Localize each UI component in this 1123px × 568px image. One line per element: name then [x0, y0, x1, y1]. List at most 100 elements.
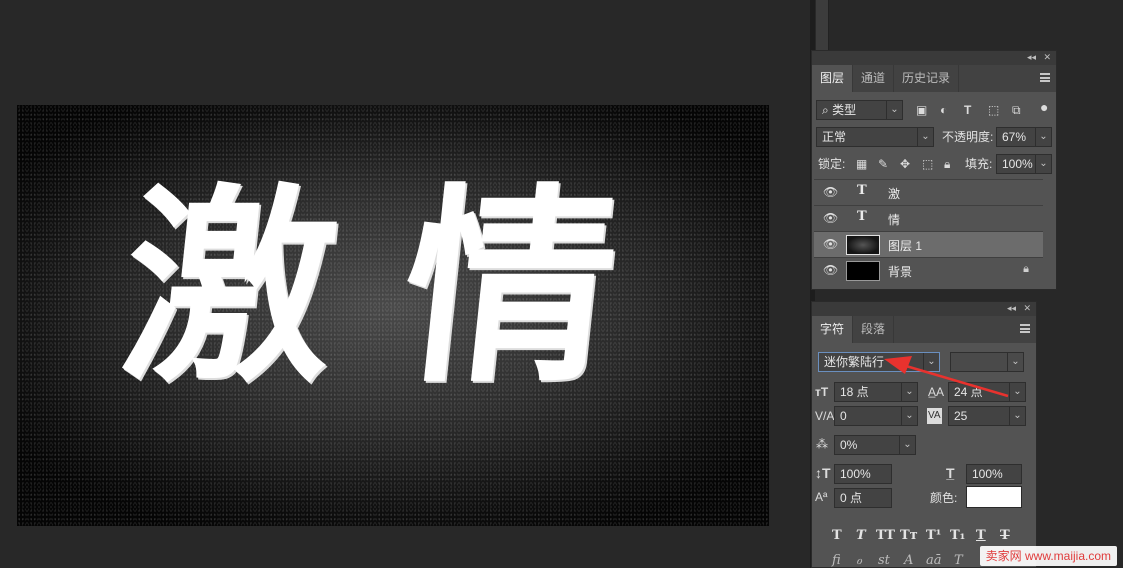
layer-thumbnail [846, 261, 880, 281]
document-canvas[interactable]: 激情 [17, 105, 769, 526]
tab-character[interactable]: 字符 [812, 316, 854, 343]
opacity-input[interactable]: 67% ⌄ [996, 127, 1052, 147]
collapse-icon[interactable]: ◂◂ [1007, 303, 1016, 314]
panel-menu-icon[interactable] [1020, 324, 1030, 333]
chevron-down-icon: ⌄ [1035, 128, 1051, 146]
kerning-input[interactable]: 0 ⌄ [834, 406, 918, 426]
baseline-shift-icon: Aª [815, 490, 828, 504]
eye-icon[interactable]: 👁︎ [823, 185, 838, 199]
eye-icon[interactable]: 👁︎ [823, 263, 838, 277]
tsume-input[interactable]: 0% ⌄ [834, 435, 916, 455]
ordinal-icon[interactable]: T [954, 553, 963, 568]
eye-icon[interactable]: 👁︎ [823, 237, 838, 251]
tab-paragraph[interactable]: 段落 [853, 316, 895, 343]
chevron-down-icon: ⌄ [923, 353, 939, 371]
subscript-icon[interactable]: T₁ [950, 528, 965, 543]
titling-icon[interactable]: aā [926, 553, 942, 568]
watermark-brand: 卖家网 [985, 549, 1022, 563]
blend-mode-value: 正常 [822, 130, 847, 144]
chevron-down-icon: ⌄ [1007, 353, 1023, 371]
tracking-value: 25 [954, 409, 968, 423]
close-icon[interactable]: ✕ [1023, 303, 1031, 314]
fill-input[interactable]: 100% ⌄ [996, 154, 1052, 174]
lock-icon: 🔒︎ [1023, 263, 1029, 275]
horizontal-scale-input[interactable]: 100% [966, 464, 1022, 484]
type-filter-icon[interactable]: T [964, 102, 971, 118]
vertical-scale-input[interactable]: 100% [834, 464, 892, 484]
swash-icon[interactable]: A [904, 553, 913, 568]
faux-italic-icon[interactable]: T [856, 528, 866, 543]
superscript-icon[interactable]: T¹ [926, 528, 941, 543]
layer-name: 图层 1 [888, 239, 923, 253]
panel-header: ◂◂ ✕ [812, 51, 1056, 65]
eye-icon[interactable]: 👁︎ [823, 211, 838, 225]
leading-input[interactable]: 24 点 ⌄ [948, 382, 1026, 402]
filter-toggle-icon[interactable]: ● [1040, 99, 1048, 115]
leading-icon: A̲A [928, 385, 945, 399]
layer-row[interactable]: 👁︎ T 激 [814, 179, 1043, 205]
lock-artboard-icon[interactable]: ⬚ [922, 156, 933, 172]
smart-object-filter-icon[interactable]: ⧉ [1012, 102, 1021, 118]
pixel-filter-icon[interactable]: ▣ [916, 102, 927, 118]
close-icon[interactable]: ✕ [1043, 52, 1051, 63]
chevron-down-icon: ⌄ [917, 128, 933, 146]
collapsed-panel-strip[interactable] [816, 0, 829, 50]
leading-value: 24 点 [954, 385, 983, 399]
opacity-value: 67% [1002, 130, 1027, 144]
tab-layers[interactable]: 图层 [812, 65, 854, 92]
lock-position-icon[interactable]: ✥ [900, 156, 910, 172]
underline-icon[interactable]: T [976, 528, 986, 543]
baseline-shift-input[interactable]: 0 点 [834, 488, 892, 508]
chevron-down-icon: ⌄ [1009, 407, 1025, 425]
vertical-scale-value: 100% [840, 467, 871, 481]
layers-panel: ◂◂ ✕ 图层 通道 历史记录 ⌕ 类型 ⌄ ▣ ◐ T ⬚ ⧉ ● 正常 ⌄ … [811, 50, 1057, 290]
font-size-input[interactable]: 18 点 ⌄ [834, 382, 918, 402]
chevron-down-icon: ⌄ [901, 383, 917, 401]
layer-row[interactable]: 👁︎ T 情 [814, 205, 1043, 231]
collapse-icon[interactable]: ◂◂ [1027, 52, 1036, 63]
layer-name: 激 [888, 187, 901, 201]
chevron-down-icon: ⌄ [901, 407, 917, 425]
lock-all-icon[interactable]: 🔒︎ [944, 156, 950, 172]
blend-mode-dropdown[interactable]: 正常 ⌄ [816, 127, 934, 147]
type-layer-icon: T [857, 209, 867, 224]
layer-row-selected[interactable]: 👁︎ 图层 1 [814, 231, 1043, 257]
all-caps-icon[interactable]: TT [876, 528, 895, 543]
ligature-icon[interactable]: fi [832, 553, 841, 568]
layer-thumbnail [846, 235, 880, 255]
character-tabs: 字符 段落 [812, 316, 1036, 343]
adjustment-filter-icon[interactable]: ◐ [940, 102, 947, 118]
panel-header: ◂◂ ✕ [812, 302, 1036, 316]
lock-label: 锁定: [818, 157, 846, 171]
layers-tabs: 图层 通道 历史记录 [812, 65, 1056, 92]
font-family-value: 迷你繁陆行 [824, 355, 885, 369]
faux-bold-icon[interactable]: T [832, 528, 842, 543]
discretionary-ligature-icon[interactable]: ℴ [856, 553, 862, 568]
tracking-input[interactable]: 25 ⌄ [948, 406, 1026, 426]
lock-pixels-icon[interactable]: ✎ [878, 156, 888, 172]
font-size-value: 18 点 [840, 385, 869, 399]
font-family-dropdown[interactable]: 迷你繁陆行 ⌄ [818, 352, 940, 372]
text-color-swatch[interactable] [966, 486, 1022, 508]
shape-filter-icon[interactable]: ⬚ [988, 102, 999, 118]
character-panel: ◂◂ ✕ 字符 段落 迷你繁陆行 ⌄ ⌄ ᴛT 18 点 ⌄ A̲A 24 点 … [811, 301, 1037, 568]
tab-channels[interactable]: 通道 [853, 65, 895, 92]
layer-filter-dropdown[interactable]: ⌕ 类型 ⌄ [816, 100, 903, 120]
chevron-down-icon: ⌄ [1035, 155, 1051, 173]
layer-row[interactable]: 👁︎ 背景 🔒︎ [814, 257, 1043, 283]
stylistic-alternate-icon[interactable]: st [878, 553, 890, 568]
tsume-icon: ⁂ [816, 437, 828, 451]
tsume-value: 0% [840, 438, 858, 452]
photoshop-window: 激情 ◂◂ ✕ 图层 通道 历史记录 ⌕ 类型 ⌄ ▣ ◐ T ⬚ ⧉ ● 正常 [0, 0, 1123, 568]
strikethrough-icon[interactable]: T [1000, 528, 1010, 543]
watermark: 卖家网 www.maijia.com [979, 546, 1117, 566]
font-style-dropdown[interactable]: ⌄ [950, 352, 1024, 372]
lock-transparency-icon[interactable]: ▦ [856, 156, 867, 172]
tab-history[interactable]: 历史记录 [894, 65, 960, 92]
small-caps-icon[interactable]: Tт [900, 528, 918, 543]
search-icon: ⌕ [822, 103, 829, 117]
color-label: 颜色: [930, 491, 958, 505]
vertical-scale-icon: ↕T [815, 465, 831, 481]
panel-menu-icon[interactable] [1040, 73, 1050, 82]
tracking-icon: VA [927, 408, 942, 424]
